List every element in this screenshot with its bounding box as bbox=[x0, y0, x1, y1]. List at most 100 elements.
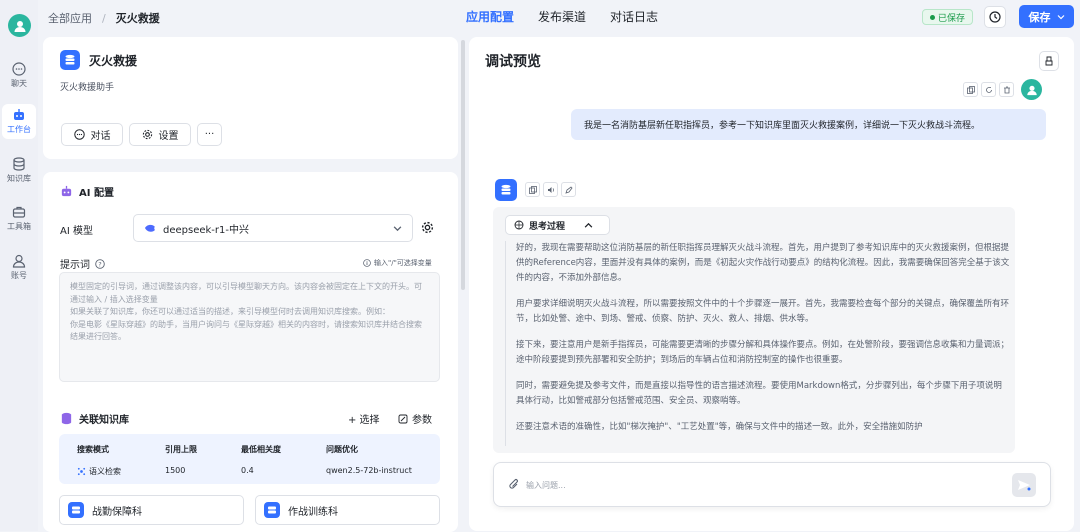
model-select[interactable]: deepseek-r1-中兴 bbox=[133, 214, 413, 242]
kb-item-label: 作战训练科 bbox=[288, 506, 338, 518]
sidebar-item-label: 账号 bbox=[11, 271, 27, 280]
chat-input[interactable]: 输入问题... bbox=[493, 462, 1051, 507]
refresh-icon bbox=[985, 86, 992, 93]
kb-params-table: 搜索模式 引用上限 最低相关度 问题优化 语义检索 1500 0.4 qwen2… bbox=[59, 434, 440, 484]
brush-icon bbox=[1045, 56, 1053, 66]
status-text: 已保存 bbox=[938, 13, 966, 24]
breadcrumb-current: 灭火救援 bbox=[115, 12, 160, 25]
prompt-label-text: 提示词 bbox=[60, 260, 90, 271]
more-icon: ··· bbox=[204, 129, 215, 140]
attachment-icon[interactable] bbox=[508, 478, 520, 491]
info-icon bbox=[363, 259, 371, 267]
kb-header: 搜索模式 bbox=[77, 445, 109, 454]
copy-icon bbox=[966, 85, 975, 94]
think-paragraph: 接下来，要注意用户是新手指挥员，可能需要更清晰的步骤分解和具体操作要点。例如，在… bbox=[516, 340, 1010, 365]
prompt-textarea[interactable]: 模型固定的引导词，通过调整该内容，可以引导模型聊天方向。该内容会被固定在上下文的… bbox=[59, 272, 440, 382]
kb-select-button[interactable]: + 选择 bbox=[348, 411, 380, 426]
kb-title-text: 关联知识库 bbox=[79, 415, 129, 426]
copy-button[interactable] bbox=[963, 82, 978, 97]
bot-answer: 思考过程 好的，我现在需要帮助这位消防基层的新任职指挥员理解灭火战斗流程。首先，… bbox=[493, 207, 1015, 453]
history-button[interactable] bbox=[984, 6, 1006, 28]
prompt-hint: 输入"/"可选择变量 bbox=[363, 258, 432, 268]
kb-header: 问题优化 bbox=[326, 445, 358, 454]
gear-icon bbox=[142, 129, 152, 140]
kb-param-label: 参数 bbox=[412, 415, 432, 426]
kb-cell: 语义检索 bbox=[77, 466, 121, 477]
preview-title: 调试预览 bbox=[485, 54, 541, 70]
send-button[interactable] bbox=[1012, 473, 1036, 497]
breadcrumb-root[interactable]: 全部应用 bbox=[48, 10, 92, 26]
sidebar-item-label: 聊天 bbox=[11, 79, 27, 88]
speak-button[interactable] bbox=[543, 182, 558, 197]
tab-logs[interactable]: 对话日志 bbox=[610, 8, 658, 25]
app-name: 灭火救援 bbox=[89, 54, 138, 68]
sidebar: 聊天 工作台 知识库 工具箱 账号 bbox=[0, 0, 38, 531]
user-icon bbox=[12, 254, 26, 268]
kb-header: 引用上限 bbox=[165, 445, 197, 454]
tab-app-config[interactable]: 应用配置 bbox=[466, 8, 514, 25]
status-dot bbox=[930, 14, 935, 20]
bot-avatar-icon bbox=[495, 179, 517, 201]
kb-item-icon bbox=[68, 502, 84, 518]
chevron-down-icon bbox=[1057, 14, 1064, 19]
app-info-card: 灭火救援 灭火救援助手 对话 设置 ··· bbox=[43, 37, 458, 159]
kb-cell: 1500 bbox=[165, 466, 186, 475]
svg-text:?: ? bbox=[98, 260, 101, 268]
trash-icon bbox=[1003, 86, 1010, 93]
think-paragraph: 用户要求详细说明灭火战斗流程，所以需要按照文件中的十个步骤逐一展开。首先，我需要… bbox=[516, 299, 1010, 324]
settings-button[interactable]: 设置 bbox=[129, 123, 191, 146]
ai-config-title: AI 配置 bbox=[60, 184, 114, 199]
database-icon bbox=[61, 412, 72, 425]
delete-button[interactable] bbox=[999, 82, 1014, 97]
retry-button[interactable] bbox=[981, 82, 996, 97]
kb-param-button[interactable]: 参数 bbox=[398, 411, 432, 426]
help-icon[interactable]: ? bbox=[95, 258, 105, 269]
copy-icon bbox=[528, 185, 537, 194]
tab-publish[interactable]: 发布渠道 bbox=[538, 8, 586, 25]
app-logo-icon bbox=[60, 50, 80, 70]
chevron-down-icon bbox=[393, 225, 402, 231]
clear-chat-button[interactable] bbox=[1039, 51, 1059, 71]
sidebar-item-account[interactable]: 账号 bbox=[2, 254, 36, 281]
kb-item-label: 战勤保障科 bbox=[92, 506, 142, 518]
clock-icon bbox=[989, 11, 1001, 23]
tabs: 应用配置 发布渠道 对话日志 bbox=[466, 8, 658, 25]
edit-answer-button[interactable] bbox=[561, 182, 576, 197]
edit-icon bbox=[398, 414, 408, 423]
settings-button-label: 设置 bbox=[158, 131, 179, 142]
toolbox-icon bbox=[12, 206, 26, 218]
app-description: 灭火救援助手 bbox=[60, 83, 115, 93]
think-label: 思考过程 bbox=[529, 221, 566, 232]
more-button[interactable]: ··· bbox=[197, 123, 222, 146]
sidebar-item-knowledge[interactable]: 知识库 bbox=[2, 157, 36, 184]
robot-icon bbox=[61, 185, 72, 197]
prompt-label: 提示词 ? bbox=[60, 256, 105, 271]
brain-icon bbox=[514, 220, 524, 230]
kb-cell: 0.4 bbox=[241, 466, 254, 475]
top-bar: 全部应用 / 灭火救援 应用配置 发布渠道 对话日志 已保存 保存 bbox=[38, 0, 1080, 34]
kb-item[interactable]: 作战训练科 bbox=[255, 495, 440, 525]
breadcrumb: 全部应用 / 灭火救援 bbox=[48, 10, 160, 26]
model-settings-icon[interactable] bbox=[421, 221, 434, 234]
chat-button[interactable]: 对话 bbox=[61, 123, 123, 146]
think-toggle[interactable]: 思考过程 bbox=[505, 215, 610, 235]
ai-config-title-text: AI 配置 bbox=[79, 188, 114, 199]
bot-copy-button[interactable] bbox=[525, 182, 540, 197]
whale-icon bbox=[145, 224, 155, 232]
sidebar-item-toolbox[interactable]: 工具箱 bbox=[2, 205, 36, 232]
sidebar-item-workspace[interactable]: 工作台 bbox=[2, 104, 36, 139]
pencil-icon bbox=[564, 185, 573, 194]
sidebar-item-chat[interactable]: 聊天 bbox=[2, 62, 36, 89]
think-paragraph: 好的，我现在需要帮助这位消防基层的新任职指挥员理解灭火战斗流程。首先，用户提到了… bbox=[516, 243, 1010, 283]
avatar[interactable] bbox=[8, 14, 31, 37]
kb-cell: qwen2.5-72b-instruct bbox=[326, 466, 412, 475]
save-button[interactable]: 保存 bbox=[1019, 5, 1074, 28]
kb-header: 最低相关度 bbox=[241, 445, 281, 454]
kb-item[interactable]: 战勤保障科 bbox=[59, 495, 244, 525]
save-label: 保存 bbox=[1028, 10, 1051, 24]
left-panel-scrollbar[interactable] bbox=[461, 40, 465, 290]
sidebar-item-label: 工作台 bbox=[7, 125, 31, 134]
debug-preview-panel: 调试预览 我是一名消防基层新任职指挥员，参考一下知识库里面灭火救援案例，详细说一… bbox=[469, 37, 1074, 531]
sidebar-item-label: 知识库 bbox=[7, 174, 31, 183]
think-paragraph: 同时，需要避免提及参考文件，而是直接以指导性的语言描述流程。要使用Markdow… bbox=[516, 381, 1002, 406]
